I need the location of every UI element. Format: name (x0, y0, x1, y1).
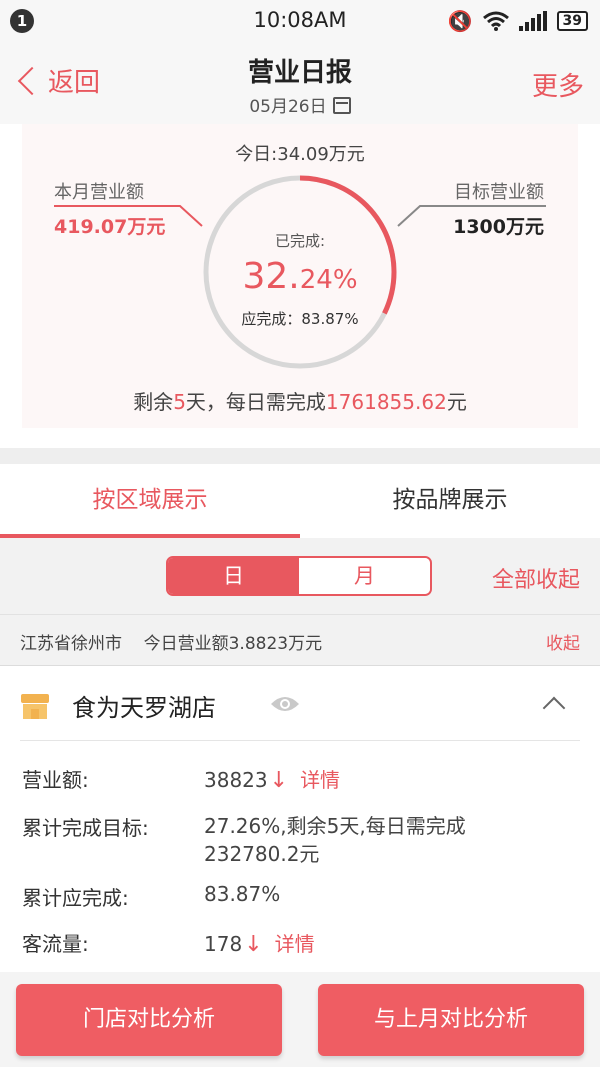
tab-by-brand[interactable]: 按品牌展示 (300, 464, 600, 538)
completed-label: 已完成: (274, 232, 326, 250)
cumulative-target-line1: 27.26%,剩余5天,每日需完成 (204, 814, 466, 838)
store-card: 食为天罗湖店 营业额: 38823↓ 详情 累计完成目标: 27.26%,剩余5天… (0, 666, 600, 972)
remain-days: 5 (173, 390, 186, 414)
cumulative-should-value: 83.87% (204, 882, 281, 906)
cumulative-target-line2: 232780.2元 (204, 842, 320, 866)
eye-icon[interactable] (270, 694, 300, 714)
should-complete: 应完成：83.87% (241, 310, 359, 328)
revenue-label: 营业额: (22, 768, 89, 792)
traffic-detail-link[interactable]: 详情 (275, 932, 315, 956)
completed-percent: 32.24% (200, 256, 400, 297)
bottom-action-bar: 门店对比分析 与上月对比分析 (0, 972, 600, 1067)
cumulative-should-label: 累计应完成: (22, 886, 129, 910)
region-header: 江苏省徐州市 今日营业额3.8823万元 收起 (0, 614, 600, 666)
traffic-label: 客流量: (22, 932, 89, 956)
revenue-value: 38823 (204, 768, 268, 792)
cumulative-target-label: 累计完成目标: (22, 816, 149, 840)
region-summary: 江苏省徐州市 今日营业额3.8823万元 (20, 634, 323, 654)
region-collapse-button[interactable]: 收起 (546, 629, 580, 654)
store-name: 食为天罗湖店 (72, 694, 216, 722)
completed-percent-frac: 24% (299, 265, 358, 295)
filter-bar: 日 月 全部收起 (0, 538, 600, 614)
store-icon (21, 694, 49, 719)
tab-bar: 按区域展示 按品牌展示 (0, 464, 600, 538)
chevron-up-icon[interactable] (542, 696, 566, 720)
remain-prefix: 剩余 (133, 390, 174, 414)
remain-amount: 1761855.62 (325, 390, 447, 414)
compare-stores-button[interactable]: 门店对比分析 (16, 984, 282, 1056)
revenue-value-row: 38823↓ 详情 (204, 764, 340, 793)
period-toggle: 日 月 (166, 556, 432, 596)
revenue-detail-link[interactable]: 详情 (300, 768, 340, 792)
remain-suffix: 元 (446, 390, 467, 414)
tab-by-region[interactable]: 按区域展示 (0, 464, 300, 538)
section-gap (0, 448, 600, 464)
traffic-value-row: 178↓ 详情 (204, 928, 315, 957)
cumulative-target-value: 27.26%,剩余5天,每日需完成 232780.2元 (204, 812, 534, 868)
remain-mid: 天，每日需完成 (185, 390, 326, 414)
remaining-summary: 剩余5天，每日需完成1761855.62元 (0, 386, 600, 415)
period-month-button[interactable]: 月 (299, 558, 430, 594)
compare-last-month-button[interactable]: 与上月对比分析 (318, 984, 584, 1056)
completed-percent-int: 32. (242, 256, 300, 297)
divider (20, 740, 580, 741)
arrow-down-icon: ↓ (269, 768, 289, 793)
traffic-value: 178 (204, 932, 243, 956)
arrow-down-icon: ↓ (244, 932, 263, 957)
collapse-all-button[interactable]: 全部收起 (492, 562, 580, 594)
period-day-button[interactable]: 日 (168, 558, 299, 594)
